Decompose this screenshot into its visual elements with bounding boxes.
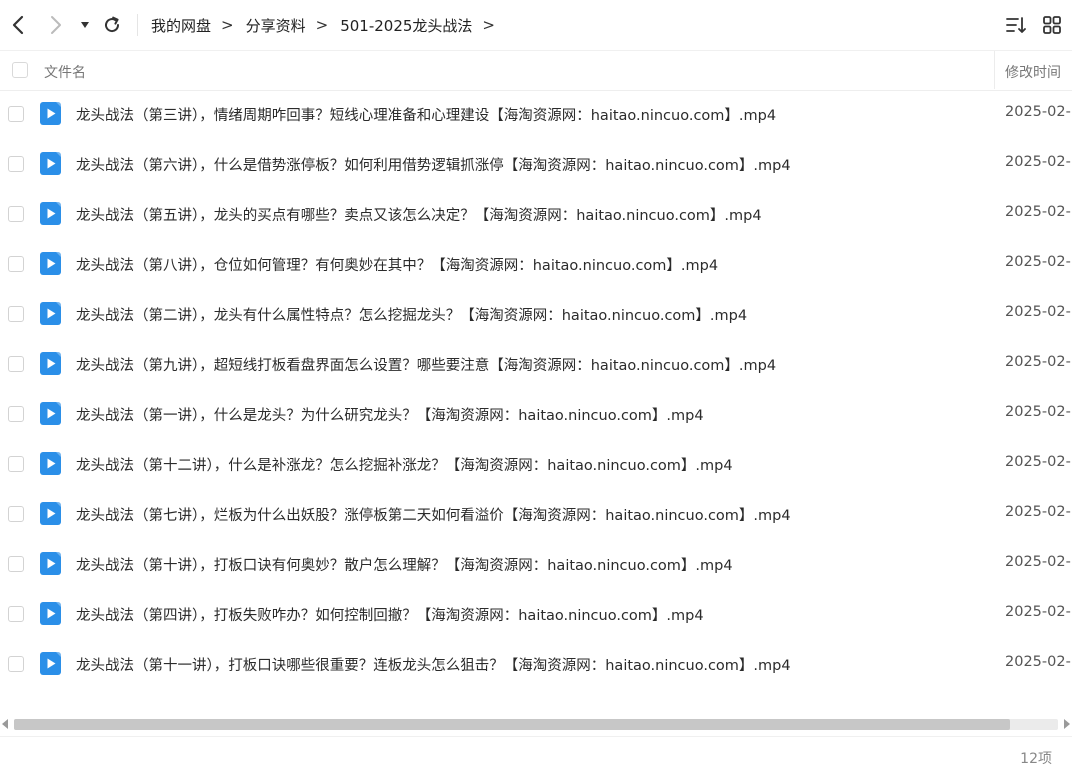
file-checkbox[interactable]: [8, 456, 24, 472]
view-controls: [1006, 15, 1062, 35]
video-file-icon: [40, 302, 61, 325]
file-modified-time: 2025-02-: [1005, 204, 1071, 220]
video-file-icon: [40, 202, 61, 225]
video-file-icon: [40, 652, 61, 675]
file-name[interactable]: 龙头战法（第九讲），超短线打板看盘界面怎么设置？哪些要注意【海淘资源网：hait…: [76, 354, 776, 375]
column-header-name[interactable]: 文件名: [44, 62, 86, 82]
refresh-icon: [105, 16, 120, 33]
breadcrumb-separator-icon: >: [315, 16, 329, 34]
sort-button[interactable]: [1006, 15, 1026, 35]
item-count: 12项: [1020, 751, 1052, 767]
video-file-icon: [40, 402, 61, 425]
file-row[interactable]: 龙头战法（第四讲），打板失败咋办？如何控制回撤？【海淘资源网：haitao.ni…: [0, 589, 1072, 639]
file-name[interactable]: 龙头战法（第十一讲），打板口诀哪些很重要？连板龙头怎么狙击？【海淘资源网：hai…: [76, 654, 791, 675]
breadcrumb-separator-icon: >: [221, 16, 234, 34]
column-resize-handle[interactable]: [994, 51, 995, 89]
file-name[interactable]: 龙头战法（第三讲），情绪周期咋回事？短线心理准备和心理建设【海淘资源网：hait…: [76, 104, 776, 125]
video-file-icon: [40, 152, 61, 175]
file-modified-time: 2025-02-: [1005, 404, 1071, 420]
status-bar: 12项: [0, 736, 1072, 776]
file-name[interactable]: 龙头战法（第五讲），龙头的买点有哪些？卖点又该怎么决定？【海淘资源网：haita…: [76, 204, 762, 225]
file-row[interactable]: 龙头战法（第六讲），什么是借势涨停板？如何利用借势逻辑抓涨停【海淘资源网：hai…: [0, 139, 1072, 189]
back-button[interactable]: [5, 12, 31, 38]
file-modified-time: 2025-02-: [1005, 304, 1071, 320]
refresh-button[interactable]: [99, 12, 125, 38]
file-modified-time: 2025-02-: [1005, 504, 1071, 520]
toolbar: 我的网盘 > 分享资料 > 501-2025龙头战法 >: [0, 0, 1072, 50]
video-file-icon: [40, 102, 61, 125]
scrollbar-thumb[interactable]: [14, 719, 1010, 730]
file-list: 龙头战法（第三讲），情绪周期咋回事？短线心理准备和心理建设【海淘资源网：hait…: [0, 89, 1072, 689]
file-checkbox[interactable]: [8, 106, 24, 122]
file-checkbox[interactable]: [8, 606, 24, 622]
video-file-icon: [40, 252, 61, 275]
breadcrumb-item-current-folder[interactable]: 501-2025龙头战法: [340, 15, 472, 36]
file-modified-time: 2025-02-: [1005, 604, 1071, 620]
column-header-modified-time[interactable]: 修改时间: [1005, 62, 1061, 82]
breadcrumb-item-shared[interactable]: 分享资料: [246, 15, 306, 36]
file-name[interactable]: 龙头战法（第七讲），烂板为什么出妖股？涨停板第二天如何看溢价【海淘资源网：hai…: [76, 504, 791, 525]
file-modified-time: 2025-02-: [1005, 354, 1071, 370]
file-name[interactable]: 龙头战法（第六讲），什么是借势涨停板？如何利用借势逻辑抓涨停【海淘资源网：hai…: [76, 154, 791, 175]
file-name[interactable]: 龙头战法（第十讲），打板口诀有何奥妙？散户怎么理解？【海淘资源网：haitao.…: [76, 554, 733, 575]
video-file-icon: [40, 602, 61, 625]
file-checkbox[interactable]: [8, 406, 24, 422]
chevron-left-icon: [12, 15, 24, 35]
scroll-left-arrow-icon[interactable]: [0, 718, 10, 730]
file-checkbox[interactable]: [8, 556, 24, 572]
sort-icon: [1006, 17, 1026, 33]
forward-button[interactable]: [43, 12, 69, 38]
caret-down-icon: [81, 22, 89, 28]
video-file-icon: [40, 352, 61, 375]
file-row[interactable]: 龙头战法（第九讲），超短线打板看盘界面怎么设置？哪些要注意【海淘资源网：hait…: [0, 339, 1072, 389]
grid-view-button[interactable]: [1042, 15, 1062, 35]
video-file-icon: [40, 502, 61, 525]
grid-icon: [1043, 16, 1061, 34]
file-row[interactable]: 龙头战法（第十一讲），打板口诀哪些很重要？连板龙头怎么狙击？【海淘资源网：hai…: [0, 639, 1072, 689]
file-list-header: 文件名 修改时间: [0, 50, 1072, 91]
file-modified-time: 2025-02-: [1005, 554, 1071, 570]
file-row[interactable]: 龙头战法（第五讲），龙头的买点有哪些？卖点又该怎么决定？【海淘资源网：haita…: [0, 189, 1072, 239]
file-name[interactable]: 龙头战法（第二讲），龙头有什么属性特点？怎么挖掘龙头？【海淘资源网：haitao…: [76, 304, 747, 325]
video-file-icon: [40, 552, 61, 575]
horizontal-scrollbar[interactable]: [0, 716, 1072, 732]
file-modified-time: 2025-02-: [1005, 254, 1071, 270]
file-modified-time: 2025-02-: [1005, 154, 1071, 170]
file-checkbox[interactable]: [8, 206, 24, 222]
file-modified-time: 2025-02-: [1005, 104, 1071, 120]
breadcrumb-item-my-drive[interactable]: 我的网盘: [151, 15, 211, 36]
file-checkbox[interactable]: [8, 306, 24, 322]
select-all-checkbox[interactable]: [12, 62, 28, 78]
file-checkbox[interactable]: [8, 156, 24, 172]
history-dropdown-button[interactable]: [74, 12, 96, 38]
file-row[interactable]: 龙头战法（第一讲），什么是龙头？为什么研究龙头？【海淘资源网：haitao.ni…: [0, 389, 1072, 439]
file-row[interactable]: 龙头战法（第十二讲），什么是补涨龙？怎么挖掘补涨龙？【海淘资源网：haitao.…: [0, 439, 1072, 489]
file-checkbox[interactable]: [8, 506, 24, 522]
file-row[interactable]: 龙头战法（第七讲），烂板为什么出妖股？涨停板第二天如何看溢价【海淘资源网：hai…: [0, 489, 1072, 539]
file-checkbox[interactable]: [8, 356, 24, 372]
file-name[interactable]: 龙头战法（第八讲），仓位如何管理？有何奥妙在其中？【海淘资源网：haitao.n…: [76, 254, 718, 275]
file-row[interactable]: 龙头战法（第十讲），打板口诀有何奥妙？散户怎么理解？【海淘资源网：haitao.…: [0, 539, 1072, 589]
breadcrumb-separator-icon[interactable]: >: [482, 16, 495, 34]
breadcrumb: 我的网盘 > 分享资料 > 501-2025龙头战法 >: [151, 14, 507, 36]
file-modified-time: 2025-02-: [1005, 654, 1071, 670]
file-modified-time: 2025-02-: [1005, 454, 1071, 470]
file-row[interactable]: 龙头战法（第二讲），龙头有什么属性特点？怎么挖掘龙头？【海淘资源网：haitao…: [0, 289, 1072, 339]
file-name[interactable]: 龙头战法（第十二讲），什么是补涨龙？怎么挖掘补涨龙？【海淘资源网：haitao.…: [76, 454, 733, 475]
file-row[interactable]: 龙头战法（第三讲），情绪周期咋回事？短线心理准备和心理建设【海淘资源网：hait…: [0, 89, 1072, 139]
chevron-right-icon: [51, 16, 61, 34]
file-checkbox[interactable]: [8, 656, 24, 672]
toolbar-divider: [137, 14, 138, 36]
file-name[interactable]: 龙头战法（第一讲），什么是龙头？为什么研究龙头？【海淘资源网：haitao.ni…: [76, 404, 704, 425]
file-row[interactable]: 龙头战法（第八讲），仓位如何管理？有何奥妙在其中？【海淘资源网：haitao.n…: [0, 239, 1072, 289]
file-checkbox[interactable]: [8, 256, 24, 272]
scroll-right-arrow-icon[interactable]: [1062, 718, 1072, 730]
video-file-icon: [40, 452, 61, 475]
file-name[interactable]: 龙头战法（第四讲），打板失败咋办？如何控制回撤？【海淘资源网：haitao.ni…: [76, 604, 704, 625]
